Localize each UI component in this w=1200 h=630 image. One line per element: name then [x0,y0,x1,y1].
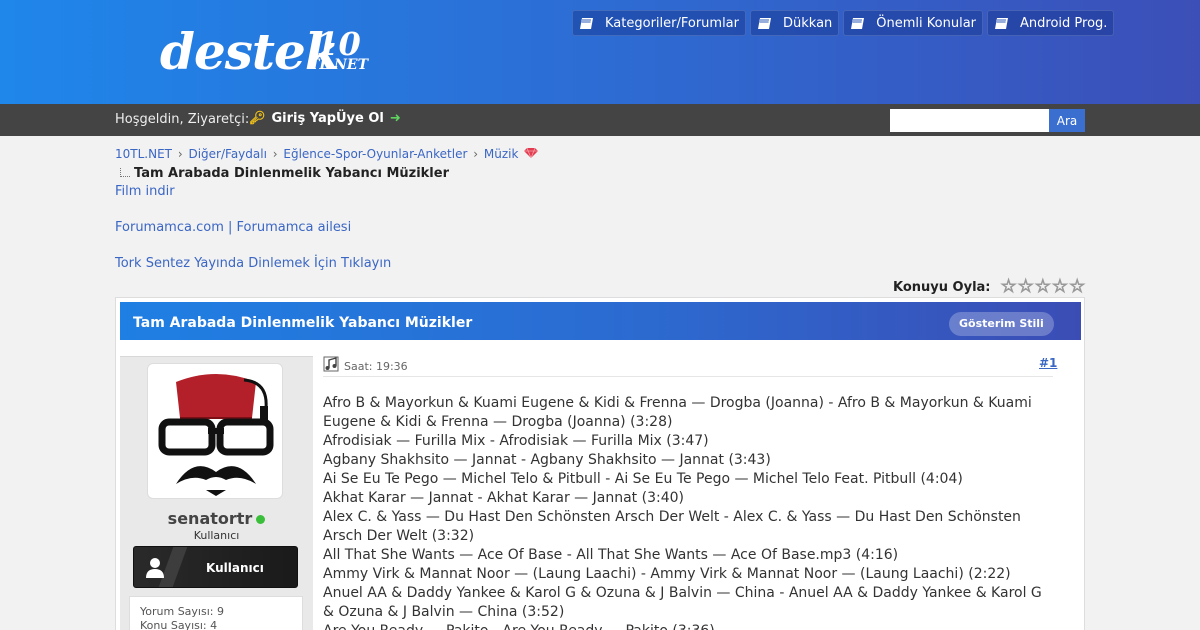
thread-rating: Konuyu Oyla: ☆ ☆ ☆ ☆ ☆ [893,277,1086,296]
breadcrumb-diger[interactable]: Diğer/Faydalı [188,147,266,161]
nav-android-button[interactable]: Android Prog. [987,10,1115,36]
thread-count: Konu Sayısı: 4 [140,619,218,630]
breadcrumb-current: Tam Arabada Dinlenmelik Yabancı Müzikler [120,166,449,181]
avatar[interactable] [147,363,283,499]
logo-domain: TL.NET [309,57,369,73]
song-line: Afrodisiak — Furilla Mix - Afrodisiak — … [323,433,709,449]
nav-kategoriler-button[interactable]: Kategoriler/Forumlar [572,10,746,36]
song-line: Agbany Shakhsito — Jannat - Agbany Shakh… [323,452,771,468]
author-label: senatortr [167,509,253,528]
song-line: Afro B & Mayorkun & Kuami Eugene & Kidi … [323,395,1032,430]
top-navigation: Kategoriler/Forumlar Dükkan Önemli Konul… [572,10,1115,36]
book-icon [579,17,595,30]
film-indir-link[interactable]: Film indir [115,184,175,199]
book-icon [994,17,1010,30]
song-line: Akhat Karar — Jannat - Akhat Karar — Jan… [323,490,684,506]
user-title: Kullanıcı [193,529,240,542]
breadcrumb-separator: › [177,147,183,161]
nav-label: Dükkan [783,15,833,31]
song-line: Alex C. & Yass — Du Hast Den Schönsten A… [323,509,1021,544]
breadcrumb-separator: › [473,147,479,161]
post-count: Yorum Sayısı: 9 [140,605,224,618]
search-button[interactable]: Ara [1049,109,1085,132]
forumamca-ailesi-link[interactable]: Forumamca ailesi [237,220,352,235]
site-header: destek 10 TL.NET Kategoriler/Forumlar Dü… [0,0,1200,104]
song-line: All That She Wants — Ace Of Base - All T… [323,547,899,563]
breadcrumb-home[interactable]: 10TL.NET [115,147,172,161]
user-stats: Yorum Sayısı: 9 Konu Sayısı: 4 [129,596,303,630]
arrow-right-icon: ➜ [389,111,401,126]
thread-container: Tam Arabada Dinlenmelik Yabancı Müzikler… [115,297,1085,630]
gem-icon [524,147,539,161]
welcome-text: Hoşgeldin, Ziyaretçi: [115,112,250,127]
thread-header: Tam Arabada Dinlenmelik Yabancı Müzikler… [120,302,1081,340]
logo-number: 10 [316,25,361,63]
song-line: Ai Se Eu Te Pego — Michel Telo & Pitbull… [323,471,963,487]
star-icon[interactable]: ☆ [1000,277,1017,296]
rating-label: Konuyu Oyla: [893,279,991,295]
tork-sentez-link[interactable]: Tork Sentez Yayında Dinlemek İçin Tıklay… [115,256,391,271]
display-style-button[interactable]: Gösterim Stili [949,312,1054,336]
star-icon[interactable]: ☆ [1034,277,1051,296]
login-label: Giriş Yap [271,111,337,126]
user-icon [146,558,164,581]
tree-branch-icon [120,168,130,177]
music-note-icon [323,356,339,376]
thread-title: Tam Arabada Dinlenmelik Yabancı Müzikler [133,315,473,331]
search-input[interactable] [890,109,1049,132]
register-label: Üye Ol [336,111,384,126]
key-icon: 🔑︎ [249,111,266,126]
breadcrumb-current-label: Tam Arabada Dinlenmelik Yabancı Müzikler [134,166,449,181]
breadcrumb-muzik[interactable]: Müzik [484,147,519,161]
link-separator: | [228,220,233,235]
star-icon[interactable]: ☆ [1069,277,1086,296]
post-author-name[interactable]: senatortr [120,509,313,528]
nav-label: Kategoriler/Forumlar [605,15,739,31]
post-number-link[interactable]: #1 [1039,356,1057,370]
breadcrumb-eglence[interactable]: Eğlence-Spor-Oyunlar-Anketler [283,147,467,161]
breadcrumb: 10TL.NET › Diğer/Faydalı › Eğlence-Spor-… [115,147,539,161]
rating-stars: ☆ ☆ ☆ ☆ ☆ [1000,277,1086,296]
song-line: Ammy Virk & Mannat Noor — (Laung Laachi)… [323,566,1011,582]
star-icon[interactable]: ☆ [1051,277,1068,296]
book-icon [850,17,866,30]
breadcrumb-separator: › [272,147,278,161]
post-body: Afro B & Mayorkun & Kuami Eugene & Kidi … [323,394,1043,630]
star-icon[interactable]: ☆ [1017,277,1034,296]
post-meta: Saat: 19:36 [323,356,408,376]
nav-label: Önemli Konular [876,15,977,31]
divider [323,376,1053,377]
online-status-icon [256,515,266,524]
user-rank-badge: Kullanıcı [133,546,298,588]
post-time: Saat: 19:36 [344,359,408,373]
post-author-panel: senatortr Kullanıcı Kullanıcı Yorum Sayı… [120,356,313,630]
song-line: Are You Ready — Pakito - Are You Ready —… [323,622,1043,630]
site-logo-suffix[interactable]: 10 TL.NET [309,28,368,72]
nav-onemli-konular-button[interactable]: Önemli Konular [843,10,984,36]
song-line: Anuel AA & Daddy Yankee & Karol G & Ozun… [323,585,1042,620]
nav-dukkan-button[interactable]: Dükkan [750,10,840,36]
forumamca-links: Forumamca.com | Forumamca ailesi [115,220,351,235]
rank-label: Kullanıcı [206,561,264,575]
book-icon [757,17,773,30]
nav-label: Android Prog. [1020,15,1108,31]
register-link[interactable]: Üye Ol ➜ [336,111,401,126]
forumamca-link[interactable]: Forumamca.com [115,220,224,235]
login-link[interactable]: 🔑︎ Giriş Yap [249,111,336,126]
